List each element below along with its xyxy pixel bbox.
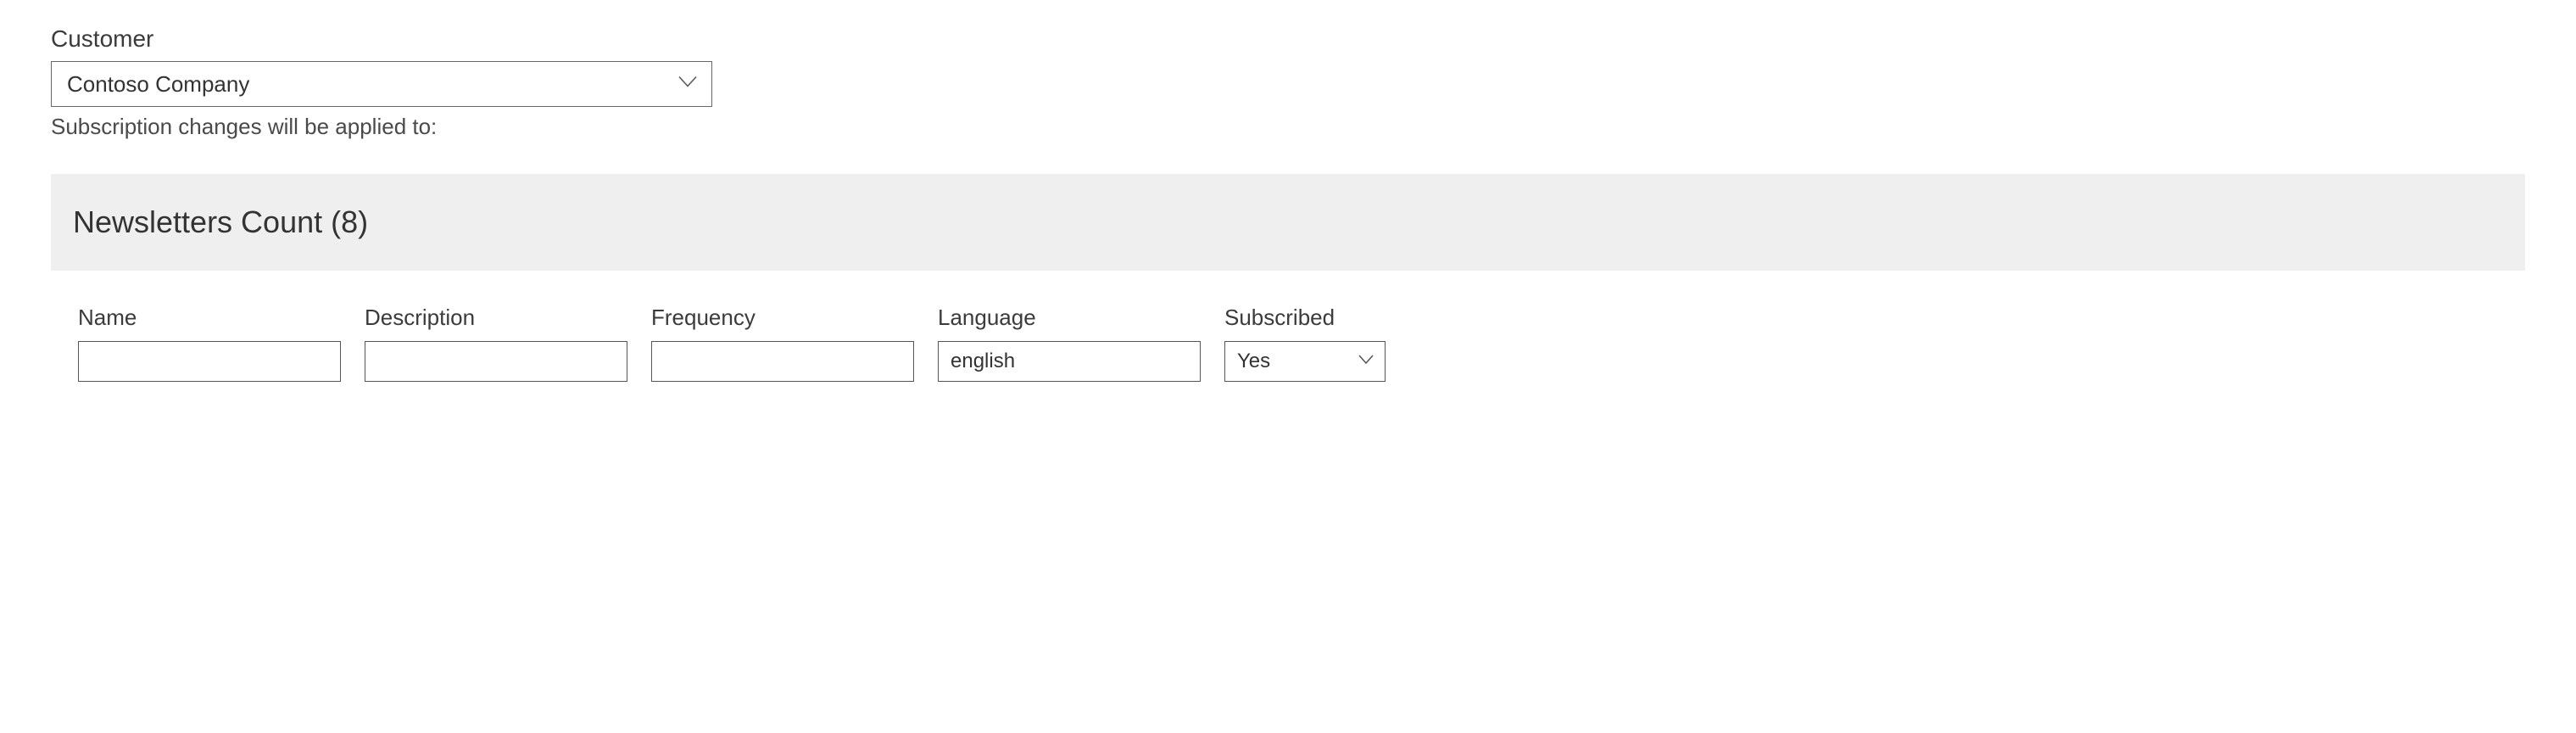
col-header-description: Description <box>365 305 627 331</box>
frequency-input[interactable] <box>651 341 914 382</box>
subscribed-select-wrapper <box>1224 341 1386 382</box>
col-language: Language <box>938 305 1201 382</box>
col-header-subscribed: Subscribed <box>1224 305 1386 331</box>
section-title: Newsletters Count (8) <box>73 204 2503 240</box>
subscribed-select[interactable] <box>1224 341 1386 382</box>
customer-dropdown[interactable] <box>51 61 712 107</box>
col-header-name: Name <box>78 305 341 331</box>
col-name: Name <box>78 305 341 382</box>
newsletters-section-header: Newsletters Count (8) <box>51 174 2525 271</box>
name-input[interactable] <box>78 341 341 382</box>
customer-dropdown-wrapper <box>51 61 712 107</box>
col-frequency: Frequency <box>651 305 914 382</box>
col-header-language: Language <box>938 305 1201 331</box>
col-description: Description <box>365 305 627 382</box>
filter-row: Name Description Frequency Language Subs… <box>51 305 2525 382</box>
col-header-frequency: Frequency <box>651 305 914 331</box>
description-input[interactable] <box>365 341 627 382</box>
customer-label: Customer <box>51 25 2525 53</box>
customer-helper-text: Subscription changes will be applied to: <box>51 114 2525 140</box>
language-input[interactable] <box>938 341 1201 382</box>
col-subscribed: Subscribed <box>1224 305 1386 382</box>
customer-field: Customer Subscription changes will be ap… <box>51 25 2525 140</box>
